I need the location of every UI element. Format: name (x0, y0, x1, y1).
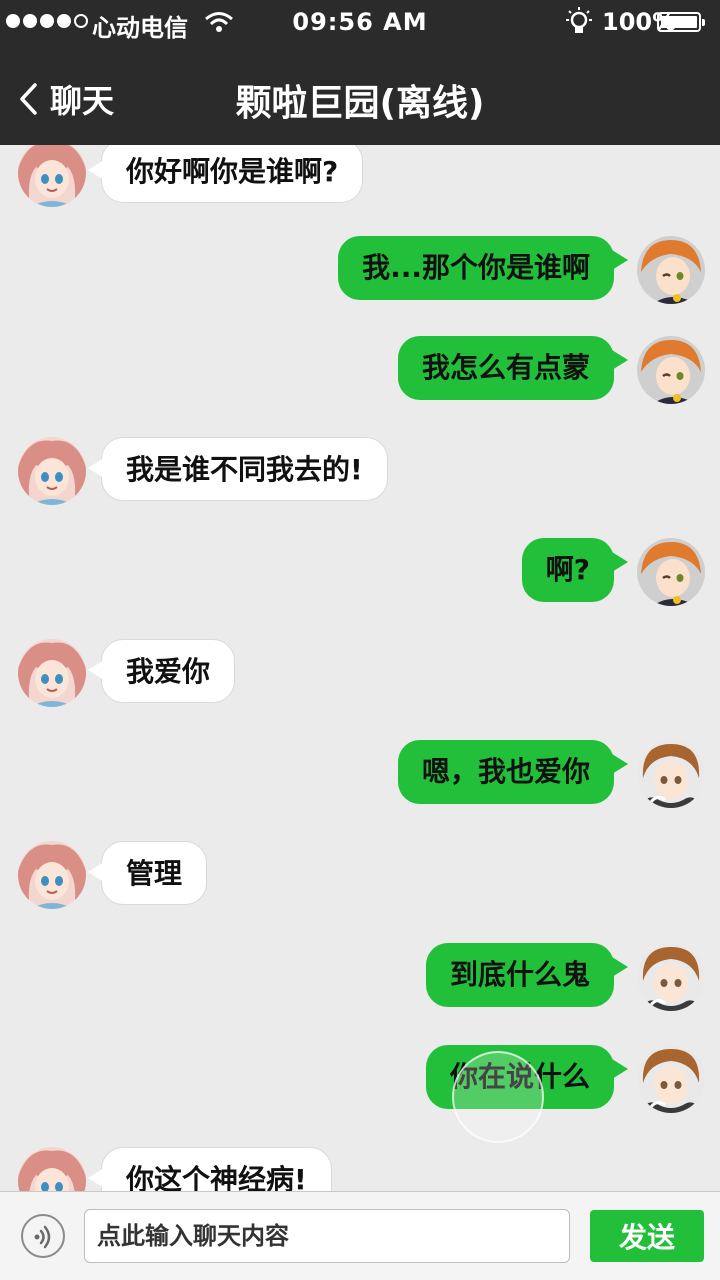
orange-hair-boy-avatar[interactable] (637, 336, 705, 404)
top-bar: 心动电信 09:56 AM 100% 聊天 颗啦巨园(离线) (0, 0, 720, 145)
message-row: 你这个神经病! (0, 1141, 720, 1191)
message-bubble[interactable]: 我是谁不同我去的! (88, 437, 388, 501)
brown-hair-boy-avatar[interactable] (637, 943, 705, 1011)
message-input[interactable] (84, 1209, 570, 1263)
message-bubble[interactable]: 到底什么鬼 (425, 943, 629, 1007)
nav-bar: 聊天 颗啦巨园(离线) (0, 50, 720, 145)
message-bubble[interactable]: 嗯，我也爱你 (397, 740, 629, 804)
girl-avatar[interactable] (18, 841, 86, 909)
message-row: 嗯，我也爱你 (0, 734, 720, 814)
message-bubble[interactable]: 你好啊你是谁啊? (87, 145, 364, 203)
input-bar: 发送 (0, 1191, 720, 1280)
message-row: 我...那个你是谁啊 (0, 230, 720, 310)
brown-hair-boy-avatar[interactable] (637, 1045, 705, 1113)
message-row: 你好啊你是谁啊? (0, 145, 720, 213)
message-row: 我怎么有点蒙 (0, 330, 720, 410)
message-row: 我爱你 (0, 633, 720, 713)
chat-title: 颗啦巨园(离线) (235, 83, 485, 124)
message-row: 我是谁不同我去的! (0, 431, 720, 511)
lightbulb-icon (562, 6, 596, 42)
message-bubble[interactable]: 我爱你 (87, 639, 236, 703)
girl-avatar[interactable] (18, 437, 86, 505)
battery-icon (657, 12, 705, 32)
message-row: 到底什么鬼 (0, 937, 720, 1017)
send-button[interactable]: 发送 (590, 1210, 704, 1262)
message-bubble[interactable]: 我...那个你是谁啊 (338, 236, 628, 300)
orange-hair-boy-avatar[interactable] (637, 538, 705, 606)
girl-avatar[interactable] (18, 1147, 86, 1191)
voice-button[interactable] (21, 1214, 65, 1258)
orange-hair-boy-avatar[interactable] (637, 236, 705, 304)
girl-avatar[interactable] (18, 145, 86, 207)
brown-hair-boy-avatar[interactable] (637, 740, 705, 808)
girl-avatar[interactable] (18, 639, 86, 707)
status-bar: 心动电信 09:56 AM 100% (0, 0, 720, 46)
touch-indicator (452, 1051, 544, 1143)
message-bubble[interactable]: 我怎么有点蒙 (397, 336, 629, 400)
chat-area[interactable]: 你好啊你是谁啊? 我...那个你是谁啊 我怎么有点蒙 我是谁不同我去的! 啊? … (0, 145, 720, 1191)
message-bubble[interactable]: 管理 (87, 841, 208, 905)
message-row: 你在说什么 (0, 1039, 720, 1119)
message-bubble[interactable]: 啊? (521, 538, 629, 602)
message-row: 啊? (0, 532, 720, 612)
message-bubble[interactable]: 你这个神经病! (88, 1147, 332, 1191)
message-row: 管理 (0, 835, 720, 915)
